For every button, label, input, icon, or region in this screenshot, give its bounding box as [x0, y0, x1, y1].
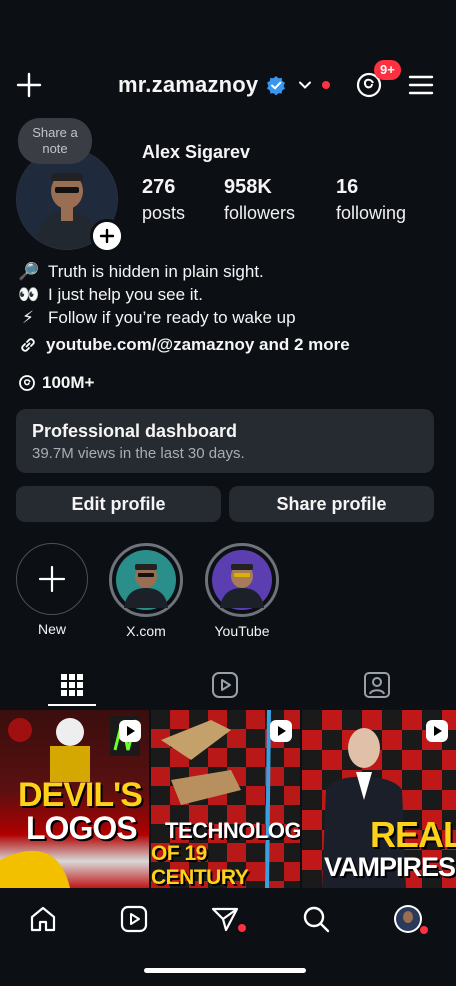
reel-badge-icon: [426, 720, 448, 742]
post-title-line2: OF 19 CENTURY: [151, 842, 249, 888]
post-title-line2: VAMPIRES: [324, 852, 456, 882]
xcom-highlight-circle: [109, 543, 183, 617]
eyes-emoji-icon: 👀: [18, 285, 40, 304]
home-indicator: [144, 968, 306, 973]
bottom-navigation: [0, 888, 456, 958]
menu-hamburger-icon[interactable]: [408, 74, 434, 96]
posts-label: posts: [142, 203, 186, 223]
youtube-highlight-circle: [205, 543, 279, 617]
post-tile[interactable]: TECHNOLOGY OF 19 CENTURY: [151, 710, 300, 888]
plus-icon: [38, 565, 66, 593]
reels-icon[interactable]: [210, 670, 240, 700]
threads-small-icon: [19, 375, 35, 391]
highlight-label: New: [37, 621, 66, 637]
threads-followers[interactable]: 100M+: [18, 373, 94, 393]
posts-stat[interactable]: 276 posts: [142, 176, 185, 224]
reels-nav-icon[interactable]: [119, 904, 149, 934]
add-story-icon[interactable]: [90, 219, 124, 253]
messages-notification-dot: [238, 924, 246, 932]
search-icon[interactable]: [301, 904, 331, 934]
followers-count: 958K: [224, 176, 272, 198]
share-profile-button[interactable]: Share profile: [229, 486, 434, 522]
tagged-icon[interactable]: [362, 670, 392, 700]
threads-badge: 9+: [374, 60, 401, 80]
reel-badge-icon: [119, 720, 141, 742]
following-count: 16: [336, 176, 359, 198]
magnifier-emoji-icon: 🔎: [18, 262, 40, 281]
profile-avatar-nav-icon[interactable]: [393, 904, 423, 934]
highlight-label: YouTube: [214, 623, 270, 639]
dashboard-subtitle: 39.7M views in the last 30 days.: [32, 445, 245, 462]
active-tab-indicator: [48, 704, 96, 706]
bio-line: ⚡ Follow if you’re ready to wake up: [18, 306, 296, 329]
reel-badge-icon: [270, 720, 292, 742]
following-stat[interactable]: 16 following: [336, 176, 406, 224]
post-title-line1: REAL: [370, 814, 456, 855]
edit-profile-button[interactable]: Edit profile: [16, 486, 221, 522]
highlight-xcom[interactable]: X.com: [108, 543, 184, 639]
grid-icon[interactable]: [57, 670, 87, 700]
home-icon[interactable]: [28, 904, 58, 934]
youtube-highlight-thumbnail-icon: [212, 550, 272, 610]
followers-stat[interactable]: 958K followers: [224, 176, 295, 224]
account-switcher[interactable]: mr.zamaznoy: [118, 70, 331, 100]
xcom-highlight-thumbnail-icon: [116, 550, 176, 610]
highlight-new[interactable]: New: [14, 543, 90, 637]
link-text: youtube.com/@zamaznoy and 2 more: [46, 335, 350, 354]
following-label: following: [336, 203, 407, 223]
highlight-youtube[interactable]: YouTube: [204, 543, 280, 639]
bio-link[interactable]: youtube.com/@zamaznoy and 2 more: [18, 335, 350, 355]
post-tile[interactable]: REAL VAMPIRES: [302, 710, 456, 888]
full-name: Alex Sigarev: [142, 142, 251, 162]
post-tile[interactable]: DEVIL'S LOGOS: [0, 710, 149, 888]
bio-text: I just help you see it.: [48, 285, 203, 304]
create-plus-icon[interactable]: [16, 72, 42, 98]
highlight-label: X.com: [126, 623, 166, 639]
chevron-down-icon: [299, 81, 312, 89]
dashboard-title: Professional dashboard: [32, 421, 238, 441]
username: mr.zamaznoy: [118, 72, 259, 97]
bio-line: 🔎 Truth is hidden in plain sight.: [18, 260, 296, 283]
posts-count: 276: [142, 176, 176, 198]
profile-notification-dot: [420, 926, 428, 934]
top-bar: mr.zamaznoy 9+: [0, 60, 456, 110]
profile-tabs: [0, 660, 456, 708]
bio: 🔎 Truth is hidden in plain sight. 👀 I ju…: [18, 260, 296, 329]
new-highlight-circle: [16, 543, 88, 615]
verified-badge-icon: [267, 76, 286, 95]
lightning-emoji-icon: ⚡: [22, 308, 34, 327]
bio-text: Truth is hidden in plain sight.: [48, 262, 264, 281]
notification-dot: [322, 81, 331, 89]
send-message-icon[interactable]: [210, 904, 240, 934]
bio-text: Follow if you’re ready to wake up: [48, 308, 296, 327]
link-icon: [21, 338, 35, 352]
followers-label: followers: [224, 203, 296, 223]
bio-line: 👀 I just help you see it.: [18, 283, 296, 306]
professional-dashboard[interactable]: Professional dashboard 39.7M views in th…: [16, 409, 434, 473]
share-note-bubble[interactable]: Share a note: [18, 118, 92, 164]
post-title-line1: TECHNOLOGY: [165, 818, 300, 843]
threads-followers-count: 100M+: [42, 373, 95, 392]
post-title-line2: LOGOS: [26, 810, 138, 846]
